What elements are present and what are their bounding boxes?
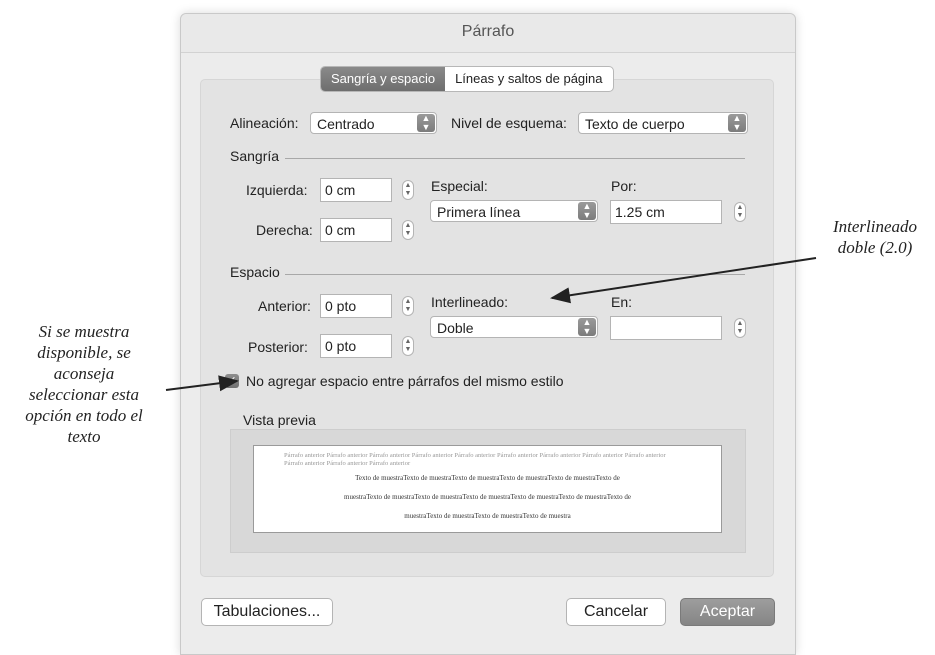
- arrow-to-line-spacing: [550, 257, 817, 304]
- annotation-arrows: [165, 257, 817, 392]
- arrow-to-checkbox: [165, 375, 239, 392]
